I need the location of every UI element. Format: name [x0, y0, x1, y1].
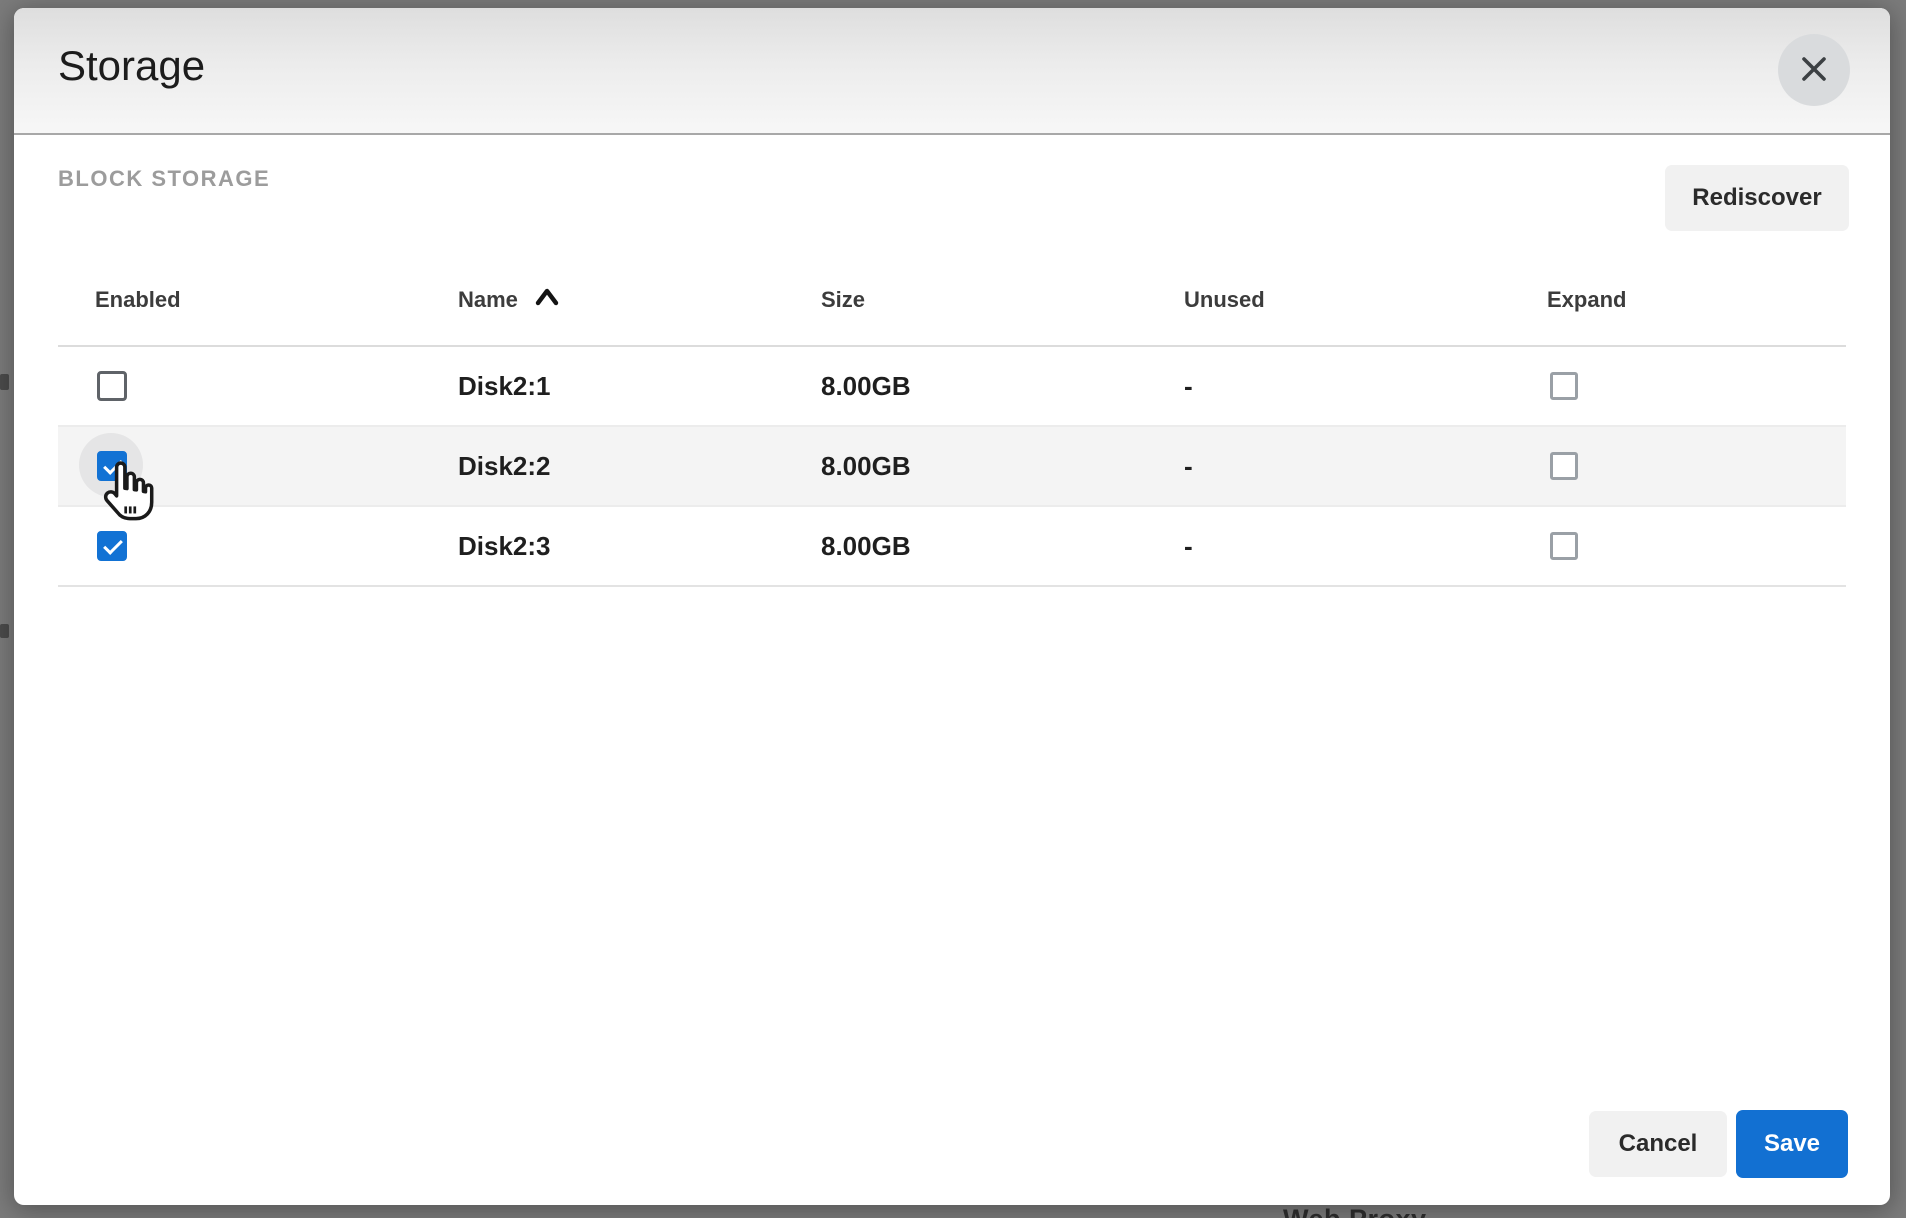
disk-size: 8.00GB	[821, 370, 911, 401]
expand-checkbox-wrap	[1547, 449, 1581, 483]
enabled-checkbox[interactable]	[97, 531, 127, 561]
enabled-checkbox-wrap	[79, 433, 143, 497]
disk-name: Disk2:3	[458, 530, 551, 561]
sort-ascending-icon	[534, 286, 560, 314]
table-row-disk2-2: Disk2:2 8.00GB -	[58, 427, 1846, 507]
rediscover-button[interactable]: Rediscover	[1665, 165, 1849, 231]
column-header-name[interactable]: Name	[458, 286, 821, 314]
storage-dialog: Storage BLOCK STORAGE Rediscover Enabled…	[14, 8, 1890, 1205]
block-storage-table: Enabled Name Size Unused Expand Disk2:1 …	[58, 255, 1846, 587]
table-row-disk2-3: Disk2:3 8.00GB -	[58, 507, 1846, 587]
disk-name: Disk2:2	[458, 450, 551, 481]
close-icon	[1797, 52, 1831, 89]
disk-unused: -	[1184, 530, 1193, 561]
cancel-button[interactable]: Cancel	[1589, 1111, 1727, 1177]
dimmed-backdrop: Web Proxy Storage BLOCK STORAGE Rediscov…	[0, 0, 1906, 1218]
disk-unused: -	[1184, 370, 1193, 401]
disk-name: Disk2:1	[458, 370, 551, 401]
dialog-title: Storage	[58, 42, 206, 89]
enabled-checkbox-wrap	[95, 369, 129, 403]
enabled-checkbox[interactable]	[97, 371, 127, 401]
background-partial-text: Web Proxy	[1283, 1204, 1427, 1218]
expand-checkbox-wrap	[1547, 369, 1581, 403]
column-header-unused[interactable]: Unused	[1184, 287, 1547, 313]
expand-checkbox[interactable]	[1550, 452, 1578, 480]
section-label-block-storage: BLOCK STORAGE	[58, 166, 271, 191]
enabled-checkbox[interactable]	[97, 451, 127, 481]
disk-unused: -	[1184, 450, 1193, 481]
dialog-header: Storage	[14, 8, 1890, 135]
column-header-enabled[interactable]: Enabled	[95, 287, 458, 313]
background-artifact	[0, 624, 9, 638]
expand-checkbox-wrap	[1547, 529, 1581, 563]
table-header-row: Enabled Name Size Unused Expand	[58, 255, 1846, 347]
close-button[interactable]	[1778, 34, 1850, 106]
enabled-checkbox-wrap	[95, 529, 129, 563]
column-header-expand[interactable]: Expand	[1547, 287, 1846, 313]
disk-size: 8.00GB	[821, 530, 911, 561]
expand-checkbox[interactable]	[1550, 532, 1578, 560]
column-header-size[interactable]: Size	[821, 287, 1184, 313]
disk-size: 8.00GB	[821, 450, 911, 481]
expand-checkbox[interactable]	[1550, 372, 1578, 400]
background-artifact	[0, 374, 9, 390]
table-row-disk2-1: Disk2:1 8.00GB -	[58, 347, 1846, 427]
save-button[interactable]: Save	[1736, 1110, 1848, 1178]
